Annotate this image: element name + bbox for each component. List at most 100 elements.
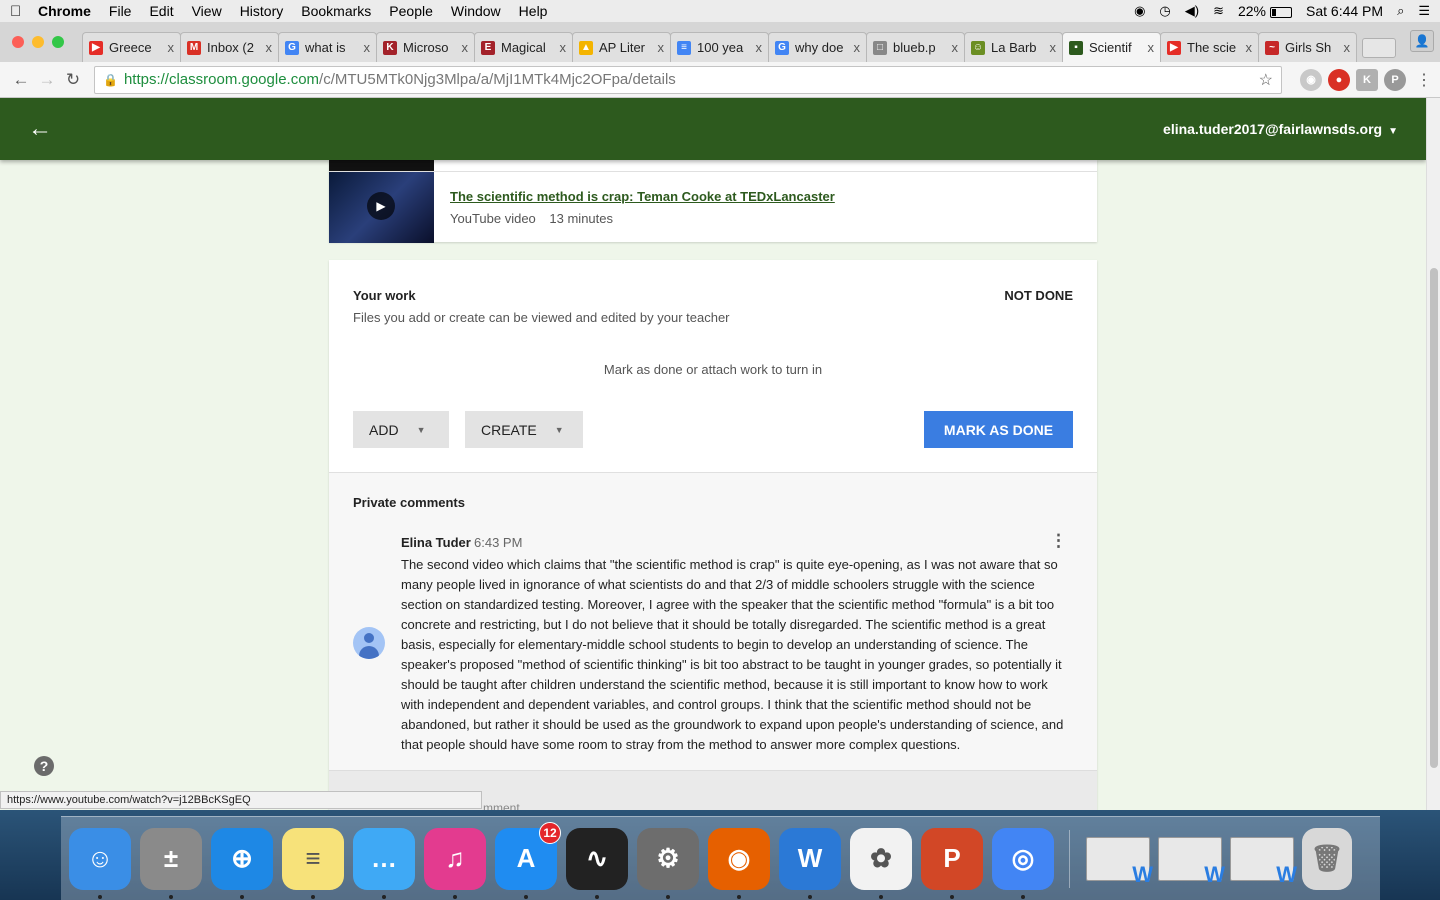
profile-icon[interactable]: 👤 [1410,30,1434,52]
menu-window[interactable]: Window [451,3,501,19]
create-button[interactable]: CREATE ▼ [465,411,583,448]
dock-powerpoint-icon[interactable]: P [921,827,983,899]
play-icon[interactable]: ▶ [367,192,395,220]
menu-help[interactable]: Help [519,3,548,19]
extension-evernote-icon[interactable]: ◉ [1300,68,1322,91]
tab-close-icon[interactable]: x [658,40,665,55]
evernote-icon[interactable]: ◉ [1134,3,1145,19]
dock-itunes-icon[interactable]: ♫ [424,827,486,899]
chrome-menu-icon[interactable]: ⋮ [1416,70,1432,90]
time-machine-icon[interactable]: ◷ [1159,3,1170,19]
mark-as-done-button[interactable]: MARK AS DONE [924,411,1073,448]
menu-bookmarks[interactable]: Bookmarks [301,3,371,19]
dock-chrome-icon[interactable]: ◎ [992,827,1054,899]
dock-messages-icon[interactable]: … [353,827,415,899]
more-options-icon[interactable]: ⋮ [1050,531,1067,551]
tab-0[interactable]: ▶ Greece x [82,32,181,62]
previous-attachment-thumbnail[interactable] [329,160,434,171]
tab-8[interactable]: □ blueb.p x [866,32,965,62]
account-email: elina.tuder2017@fairlawnsds.org [1163,121,1383,137]
tab-close-icon[interactable]: x [462,40,469,55]
tab-10[interactable]: ▪ Scientif x [1062,32,1161,62]
help-icon[interactable]: ? [34,756,54,776]
tab-close-icon[interactable]: x [952,40,959,55]
dock-calculator-icon[interactable]: ± [140,827,202,899]
dock-finder-icon[interactable]: ☺ [69,827,131,899]
menu-view[interactable]: View [192,3,222,19]
tab-6[interactable]: ≡ 100 yea x [670,32,769,62]
address-bar[interactable]: 🔒 https://classroom.google.com/c/MTU5MTk… [94,65,1282,94]
page-scrollbar[interactable] [1426,98,1440,810]
tab-2[interactable]: Gwhat is x [278,32,377,62]
account-menu[interactable]: elina.tuder2017@fairlawnsds.org ▼ [1163,121,1398,137]
extension-adblock-icon[interactable]: ● [1328,68,1350,91]
tab-11[interactable]: ▶ The scie x [1160,32,1259,62]
tab-close-icon[interactable]: x [1050,40,1057,55]
tab-12[interactable]: ~ Girls Sh x [1258,32,1357,62]
menu-edit[interactable]: Edit [149,3,173,19]
dock-glyph: ♫ [445,843,465,873]
back-icon[interactable]: ← [8,70,34,90]
video-thumbnail[interactable]: ▶ [329,172,434,243]
tab-9[interactable]: ☺ La Barb x [964,32,1063,62]
tab-close-icon[interactable]: x [364,40,371,55]
tab-close-icon[interactable]: x [266,40,273,55]
extension-lastpass-icon[interactable]: K [1356,68,1378,91]
tab-4[interactable]: E Magical x [474,32,573,62]
tab-close-icon[interactable]: x [1344,40,1351,55]
minimize-window-icon[interactable] [32,36,44,48]
zoom-window-icon[interactable] [52,36,64,48]
apple-menu-icon[interactable]:  [10,3,38,20]
battery-status[interactable]: 22% [1238,3,1293,19]
new-tab-button[interactable] [1362,38,1396,58]
close-window-icon[interactable] [12,36,24,48]
volume-icon[interactable]: ◀) [1185,3,1199,19]
notification-center-icon[interactable]: ☰ [1418,3,1430,19]
tab-close-icon[interactable]: x [560,40,567,55]
dock-system-preferences-icon[interactable]: ⚙ [637,827,699,899]
dock-notes-icon[interactable]: ≡ [282,827,344,899]
running-indicator [808,894,812,899]
tab-close-icon[interactable]: x [756,40,763,55]
link-hover-status-bar: https://www.youtube.com/watch?v=j12BBcKS… [0,791,482,809]
scrollbar-thumb[interactable] [1430,268,1438,768]
dock-word-icon[interactable]: W [779,827,841,899]
tab-close-icon[interactable]: x [1148,40,1155,55]
wifi-icon[interactable]: ≋ [1213,3,1224,19]
tab-close-icon[interactable]: x [168,40,175,55]
tab-favicon-icon: ▶ [89,40,103,55]
bookmark-star-icon[interactable]: ☆ [1259,70,1273,90]
video-attachment[interactable]: ▶ The scientific method is crap: Teman C… [329,171,1097,243]
add-button[interactable]: ADD ▼ [353,411,449,448]
spotlight-search-icon[interactable]: ⌕ [1397,3,1404,19]
dock-firefox-icon[interactable]: ◉ [708,827,770,899]
video-source: YouTube video [450,211,536,226]
clock[interactable]: Sat 6:44 PM [1306,3,1383,19]
video-title-link[interactable]: The scientific method is crap: Teman Coo… [450,189,835,204]
chevron-down-icon: ▼ [1388,126,1398,137]
tab-1[interactable]: M Inbox (2 x [180,32,279,62]
back-arrow-icon[interactable]: ← [28,115,52,143]
reload-icon[interactable]: ↻ [60,70,86,90]
forward-icon[interactable]: → [34,70,60,90]
dock-app-store-icon[interactable]: A 12 [495,821,561,899]
menu-people[interactable]: People [389,3,433,19]
menu-history[interactable]: History [240,3,284,19]
tab-7[interactable]: Gwhy doe x [768,32,867,62]
tab-close-icon[interactable]: x [854,40,861,55]
tab-close-icon[interactable]: x [1246,40,1253,55]
running-indicator [737,894,741,899]
dock-activity-monitor-icon[interactable]: ∿ [566,827,628,899]
extension-pinterest-icon[interactable]: P [1384,68,1406,91]
menu-file[interactable]: File [109,3,132,19]
lock-icon[interactable]: 🔒 [103,73,118,87]
trash-icon[interactable]: 🗑 [1302,827,1352,890]
minimized-word-window[interactable]: W [1086,836,1153,887]
minimized-word-window[interactable]: W [1230,836,1297,887]
menu-app-chrome[interactable]: Chrome [38,3,91,19]
dock-photos-icon[interactable]: ✿ [850,827,912,899]
dock-safari-icon[interactable]: ⊕ [211,827,273,899]
minimized-word-window[interactable]: W [1158,836,1225,887]
tab-5[interactable]: ▲ AP Liter x [572,32,671,62]
tab-3[interactable]: K Microso x [376,32,475,62]
